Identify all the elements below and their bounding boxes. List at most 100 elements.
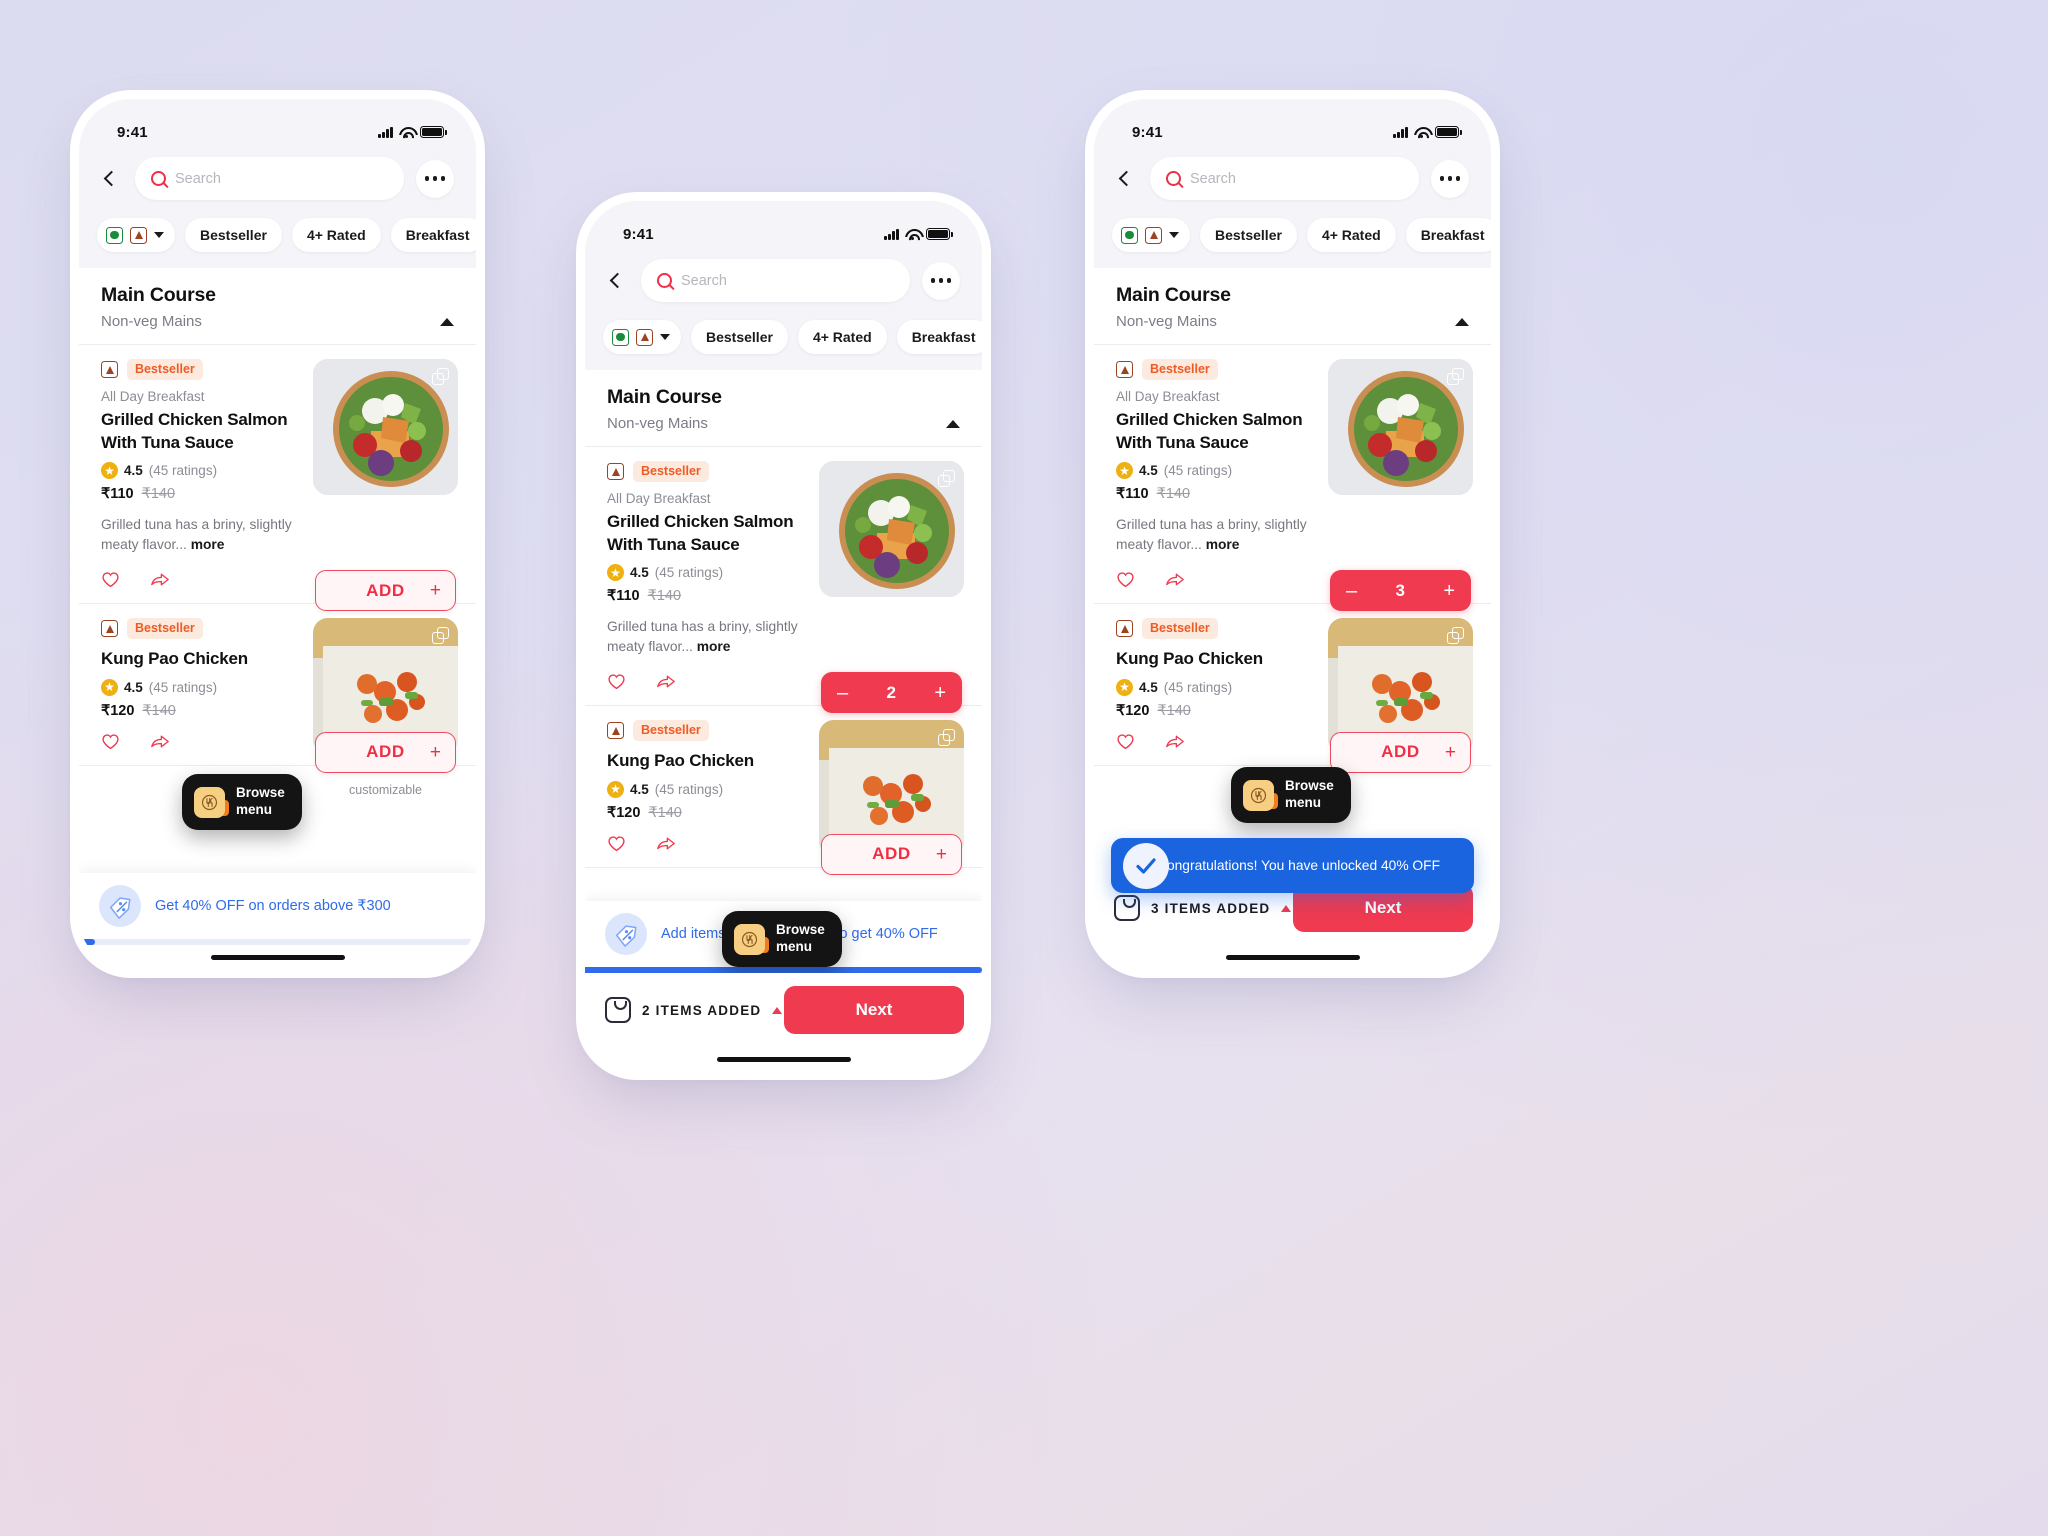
filter-chip-bestseller[interactable]: Bestseller xyxy=(185,218,282,252)
discount-tag-icon xyxy=(605,913,647,955)
price-original: ₹140 xyxy=(647,588,682,605)
dish-info: Bestseller All Day Breakfast Grilled Chi… xyxy=(1116,359,1328,593)
home-indicator-wrap xyxy=(585,1047,982,1071)
filter-chip-breakfast[interactable]: Breakfast xyxy=(896,320,982,354)
section-subtitle: Non-veg Mains xyxy=(101,313,202,330)
dish-rating: ★ 4.5 (45 ratings) xyxy=(101,678,303,696)
dish-info: Bestseller All Day Breakfast Grilled Chi… xyxy=(607,461,819,695)
status-time: 9:41 xyxy=(117,123,148,141)
browse-menu-tooltip[interactable]: Browse menu xyxy=(722,911,842,967)
rating-count: (45 ratings) xyxy=(1163,463,1233,479)
status-bar: 9:41 xyxy=(1094,99,1491,151)
section-title: Main Course xyxy=(101,284,216,306)
share-icon[interactable] xyxy=(150,732,170,751)
cart-summary[interactable]: 3 ITEMS ADDED xyxy=(1114,895,1292,921)
more-options-button[interactable] xyxy=(922,261,960,300)
add-button[interactable]: ADD + xyxy=(821,833,962,875)
cart-summary[interactable]: 2 ITEMS ADDED xyxy=(605,997,783,1023)
more-options-button[interactable] xyxy=(416,159,454,198)
chevron-left-icon xyxy=(1118,170,1135,187)
veg-nonveg-filter-chip[interactable] xyxy=(603,320,681,354)
filter-chip-breakfast[interactable]: Breakfast xyxy=(390,218,476,252)
search-row: Search xyxy=(585,253,982,310)
browse-menu-label: Browse menu xyxy=(236,785,285,818)
section-collapse-toggle[interactable] xyxy=(440,318,454,326)
dish-photo[interactable] xyxy=(1328,359,1473,495)
offer-progress-fill xyxy=(79,939,95,945)
favorite-icon[interactable] xyxy=(607,834,626,853)
filter-chip-bestseller[interactable]: Bestseller xyxy=(1200,218,1297,252)
search-input[interactable]: Search xyxy=(135,157,404,200)
share-icon[interactable] xyxy=(1165,732,1185,751)
back-button[interactable] xyxy=(603,266,629,296)
wifi-icon xyxy=(399,127,414,139)
browse-menu-tooltip[interactable]: Browse menu xyxy=(1231,767,1351,823)
nonveg-icon xyxy=(636,328,653,346)
dish-photo[interactable] xyxy=(313,359,458,495)
add-label: ADD xyxy=(366,580,405,600)
chevron-down-icon xyxy=(154,232,164,238)
dish-badges: Bestseller xyxy=(607,461,809,482)
dish-category: All Day Breakfast xyxy=(1116,389,1220,404)
filter-chip-breakfast[interactable]: Breakfast xyxy=(1405,218,1491,252)
decrement-button[interactable]: – xyxy=(837,683,848,703)
dish-description: Grilled tuna has a briny, slightly meaty… xyxy=(101,515,303,555)
share-icon[interactable] xyxy=(150,570,170,589)
add-button[interactable]: ADD + xyxy=(1330,731,1471,773)
search-input[interactable]: Search xyxy=(1150,157,1419,200)
search-row: Search xyxy=(79,151,476,208)
dish-image-area: ADD + xyxy=(1328,618,1473,773)
more-options-button[interactable] xyxy=(1431,159,1469,198)
read-more-link[interactable]: more xyxy=(1206,537,1240,552)
nonveg-icon xyxy=(101,620,118,638)
price-current: ₹120 xyxy=(607,804,641,821)
back-button[interactable] xyxy=(97,164,123,194)
read-more-link[interactable]: more xyxy=(697,639,731,654)
veg-nonveg-filter-chip[interactable] xyxy=(1112,218,1190,252)
price-original: ₹140 xyxy=(1157,702,1191,719)
favorite-icon[interactable] xyxy=(1116,732,1135,751)
image-stack-icon xyxy=(432,627,449,645)
dish-photo[interactable] xyxy=(819,461,964,597)
filter-chip-4plus-rated[interactable]: 4+ Rated xyxy=(797,320,887,354)
section-collapse-toggle[interactable] xyxy=(1455,318,1469,326)
read-more-link[interactable]: more xyxy=(191,537,225,552)
favorite-icon[interactable] xyxy=(101,732,120,751)
filter-chip-bestseller[interactable]: Bestseller xyxy=(691,320,788,354)
share-icon[interactable] xyxy=(656,672,676,691)
section-header: Main Course Non-veg Mains xyxy=(1094,268,1491,345)
increment-button[interactable]: + xyxy=(1443,581,1455,601)
decrement-button[interactable]: – xyxy=(1346,581,1357,601)
dish-card: Bestseller All Day Breakfast Grilled Chi… xyxy=(1094,345,1491,635)
bestseller-badge: Bestseller xyxy=(633,720,709,742)
back-button[interactable] xyxy=(1112,164,1138,194)
search-input[interactable]: Search xyxy=(641,259,910,302)
next-button[interactable]: Next xyxy=(784,986,964,1034)
section-collapse-toggle[interactable] xyxy=(946,420,960,428)
increment-button[interactable]: + xyxy=(934,683,946,703)
discount-tag-icon xyxy=(99,885,141,927)
star-icon: ★ xyxy=(607,564,624,582)
home-indicator xyxy=(716,1057,851,1062)
favorite-icon[interactable] xyxy=(607,672,626,691)
rating-value: 4.5 xyxy=(630,781,649,797)
dish-info: Bestseller Kung Pao Chicken ★ 4.5 (45 ra… xyxy=(1116,618,1328,755)
app-screen-3: 9:41 Search Bestseller 4+ Rated Breakfas… xyxy=(1094,99,1491,969)
signal-icon xyxy=(884,228,899,240)
share-icon[interactable] xyxy=(1165,570,1185,589)
offer-banner[interactable]: Get 40% OFF on orders above ₹300 xyxy=(79,873,476,939)
items-added-label: 2 ITEMS ADDED xyxy=(642,1002,762,1018)
share-icon[interactable] xyxy=(656,834,676,853)
add-label: ADD xyxy=(872,844,911,864)
browse-menu-tooltip[interactable]: Browse menu xyxy=(182,774,302,830)
phone-mockup-1: 9:41 Search Bestseller 4+ Rated Breakfas… xyxy=(79,99,476,969)
filter-chip-4plus-rated[interactable]: 4+ Rated xyxy=(291,218,381,252)
price-original: ₹140 xyxy=(142,702,176,719)
add-button[interactable]: ADD + xyxy=(315,731,456,773)
dish-name: Grilled Chicken Salmon With Tuna Sauce xyxy=(607,512,794,554)
favorite-icon[interactable] xyxy=(1116,570,1135,589)
filter-chip-4plus-rated[interactable]: 4+ Rated xyxy=(1306,218,1396,252)
veg-nonveg-filter-chip[interactable] xyxy=(97,218,175,252)
favorite-icon[interactable] xyxy=(101,570,120,589)
add-label: ADD xyxy=(366,742,405,762)
